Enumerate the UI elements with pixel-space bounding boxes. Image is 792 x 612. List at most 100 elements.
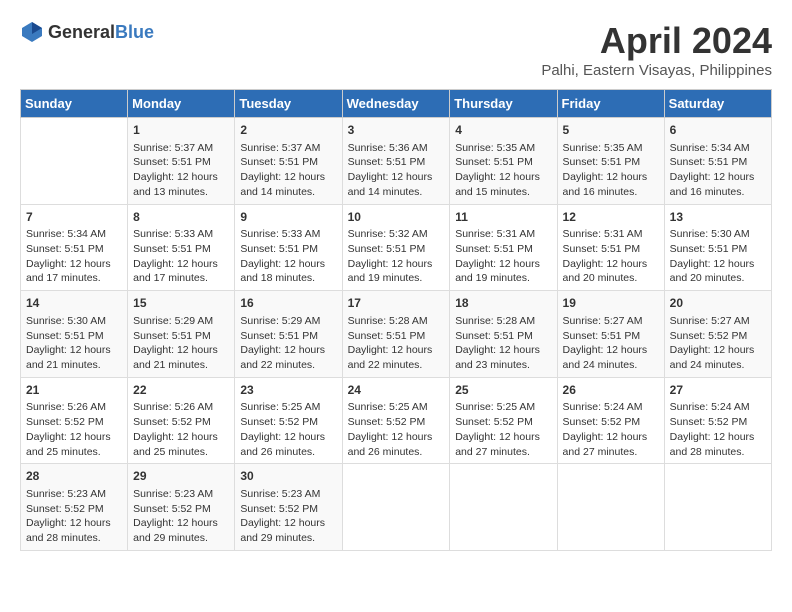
day-info: Daylight: 12 hours [26,343,122,358]
day-info: Sunset: 5:51 PM [455,242,551,257]
calendar-cell: 6Sunrise: 5:34 AMSunset: 5:51 PMDaylight… [664,118,771,205]
day-number: 26 [563,382,659,399]
day-number: 22 [133,382,229,399]
day-info: and 14 minutes. [348,185,445,200]
day-info: Sunset: 5:51 PM [240,329,336,344]
day-info: Sunrise: 5:27 AM [563,314,659,329]
day-info: Sunset: 5:51 PM [133,155,229,170]
day-info: Daylight: 12 hours [240,343,336,358]
day-info: Sunset: 5:51 PM [455,155,551,170]
calendar-cell: 5Sunrise: 5:35 AMSunset: 5:51 PMDaylight… [557,118,664,205]
day-info: Daylight: 12 hours [240,170,336,185]
day-info: Sunrise: 5:23 AM [240,487,336,502]
day-info: Sunset: 5:52 PM [240,502,336,517]
calendar-cell [557,464,664,551]
day-number: 27 [670,382,766,399]
day-info: Daylight: 12 hours [26,257,122,272]
calendar-cell: 9Sunrise: 5:33 AMSunset: 5:51 PMDaylight… [235,204,342,291]
day-info: Daylight: 12 hours [133,170,229,185]
calendar-cell: 1Sunrise: 5:37 AMSunset: 5:51 PMDaylight… [128,118,235,205]
calendar-cell [450,464,557,551]
calendar-cell: 17Sunrise: 5:28 AMSunset: 5:51 PMDayligh… [342,291,450,378]
day-info: Sunset: 5:51 PM [133,329,229,344]
day-number: 5 [563,122,659,139]
day-info: and 28 minutes. [26,531,122,546]
day-number: 15 [133,295,229,312]
calendar-cell: 28Sunrise: 5:23 AMSunset: 5:52 PMDayligh… [21,464,128,551]
day-info: Sunset: 5:52 PM [348,415,445,430]
calendar-cell: 25Sunrise: 5:25 AMSunset: 5:52 PMDayligh… [450,377,557,464]
day-info: Sunrise: 5:24 AM [563,400,659,415]
day-info: Daylight: 12 hours [563,430,659,445]
calendar-cell: 29Sunrise: 5:23 AMSunset: 5:52 PMDayligh… [128,464,235,551]
day-info: Daylight: 12 hours [348,170,445,185]
day-info: and 20 minutes. [670,271,766,286]
day-number: 3 [348,122,445,139]
day-number: 8 [133,209,229,226]
day-number: 23 [240,382,336,399]
day-info: Sunrise: 5:29 AM [240,314,336,329]
day-info: Sunrise: 5:23 AM [26,487,122,502]
day-info: Sunrise: 5:24 AM [670,400,766,415]
day-info: Daylight: 12 hours [348,343,445,358]
day-info: Sunset: 5:52 PM [240,415,336,430]
day-number: 19 [563,295,659,312]
calendar-cell: 16Sunrise: 5:29 AMSunset: 5:51 PMDayligh… [235,291,342,378]
day-number: 21 [26,382,122,399]
day-info: Daylight: 12 hours [455,170,551,185]
day-info: Sunrise: 5:37 AM [240,141,336,156]
day-info: Sunset: 5:52 PM [133,415,229,430]
calendar-cell [664,464,771,551]
day-number: 17 [348,295,445,312]
day-info: Sunset: 5:51 PM [26,329,122,344]
day-info: Daylight: 12 hours [563,170,659,185]
day-number: 28 [26,468,122,485]
day-number: 13 [670,209,766,226]
day-info: Daylight: 12 hours [563,343,659,358]
day-info: Daylight: 12 hours [26,430,122,445]
day-number: 7 [26,209,122,226]
calendar-week-row: 1Sunrise: 5:37 AMSunset: 5:51 PMDaylight… [21,118,772,205]
day-info: Sunset: 5:51 PM [348,155,445,170]
calendar-header: SundayMondayTuesdayWednesdayThursdayFrid… [21,90,772,118]
day-info: and 29 minutes. [133,531,229,546]
day-info: Daylight: 12 hours [348,257,445,272]
day-info: Sunset: 5:51 PM [133,242,229,257]
day-info: Sunrise: 5:34 AM [670,141,766,156]
day-number: 18 [455,295,551,312]
day-info: Daylight: 12 hours [133,257,229,272]
calendar-cell: 23Sunrise: 5:25 AMSunset: 5:52 PMDayligh… [235,377,342,464]
day-info: Sunset: 5:51 PM [240,242,336,257]
day-info: Daylight: 12 hours [455,343,551,358]
day-info: and 23 minutes. [455,358,551,373]
calendar-cell: 11Sunrise: 5:31 AMSunset: 5:51 PMDayligh… [450,204,557,291]
day-info: Sunrise: 5:32 AM [348,227,445,242]
weekday-header: Sunday [21,90,128,118]
day-info: Sunset: 5:51 PM [348,329,445,344]
calendar-cell: 30Sunrise: 5:23 AMSunset: 5:52 PMDayligh… [235,464,342,551]
day-info: Sunset: 5:52 PM [133,502,229,517]
calendar-cell: 4Sunrise: 5:35 AMSunset: 5:51 PMDaylight… [450,118,557,205]
day-info: Daylight: 12 hours [455,257,551,272]
day-info: and 18 minutes. [240,271,336,286]
day-info: Sunset: 5:51 PM [26,242,122,257]
day-number: 25 [455,382,551,399]
day-info: Sunrise: 5:26 AM [133,400,229,415]
calendar-cell: 10Sunrise: 5:32 AMSunset: 5:51 PMDayligh… [342,204,450,291]
calendar-cell: 2Sunrise: 5:37 AMSunset: 5:51 PMDaylight… [235,118,342,205]
calendar-cell: 15Sunrise: 5:29 AMSunset: 5:51 PMDayligh… [128,291,235,378]
day-info: Daylight: 12 hours [133,430,229,445]
day-info: Sunrise: 5:29 AM [133,314,229,329]
day-number: 4 [455,122,551,139]
day-info: Daylight: 12 hours [26,516,122,531]
calendar-cell: 27Sunrise: 5:24 AMSunset: 5:52 PMDayligh… [664,377,771,464]
calendar-cell: 7Sunrise: 5:34 AMSunset: 5:51 PMDaylight… [21,204,128,291]
day-info: Sunset: 5:51 PM [348,242,445,257]
day-info: Daylight: 12 hours [348,430,445,445]
weekday-header: Thursday [450,90,557,118]
title-block: April 2024 Palhi, Eastern Visayas, Phili… [541,20,772,79]
calendar-cell: 14Sunrise: 5:30 AMSunset: 5:51 PMDayligh… [21,291,128,378]
month-title: April 2024 [541,20,772,62]
calendar-cell: 26Sunrise: 5:24 AMSunset: 5:52 PMDayligh… [557,377,664,464]
calendar-week-row: 14Sunrise: 5:30 AMSunset: 5:51 PMDayligh… [21,291,772,378]
